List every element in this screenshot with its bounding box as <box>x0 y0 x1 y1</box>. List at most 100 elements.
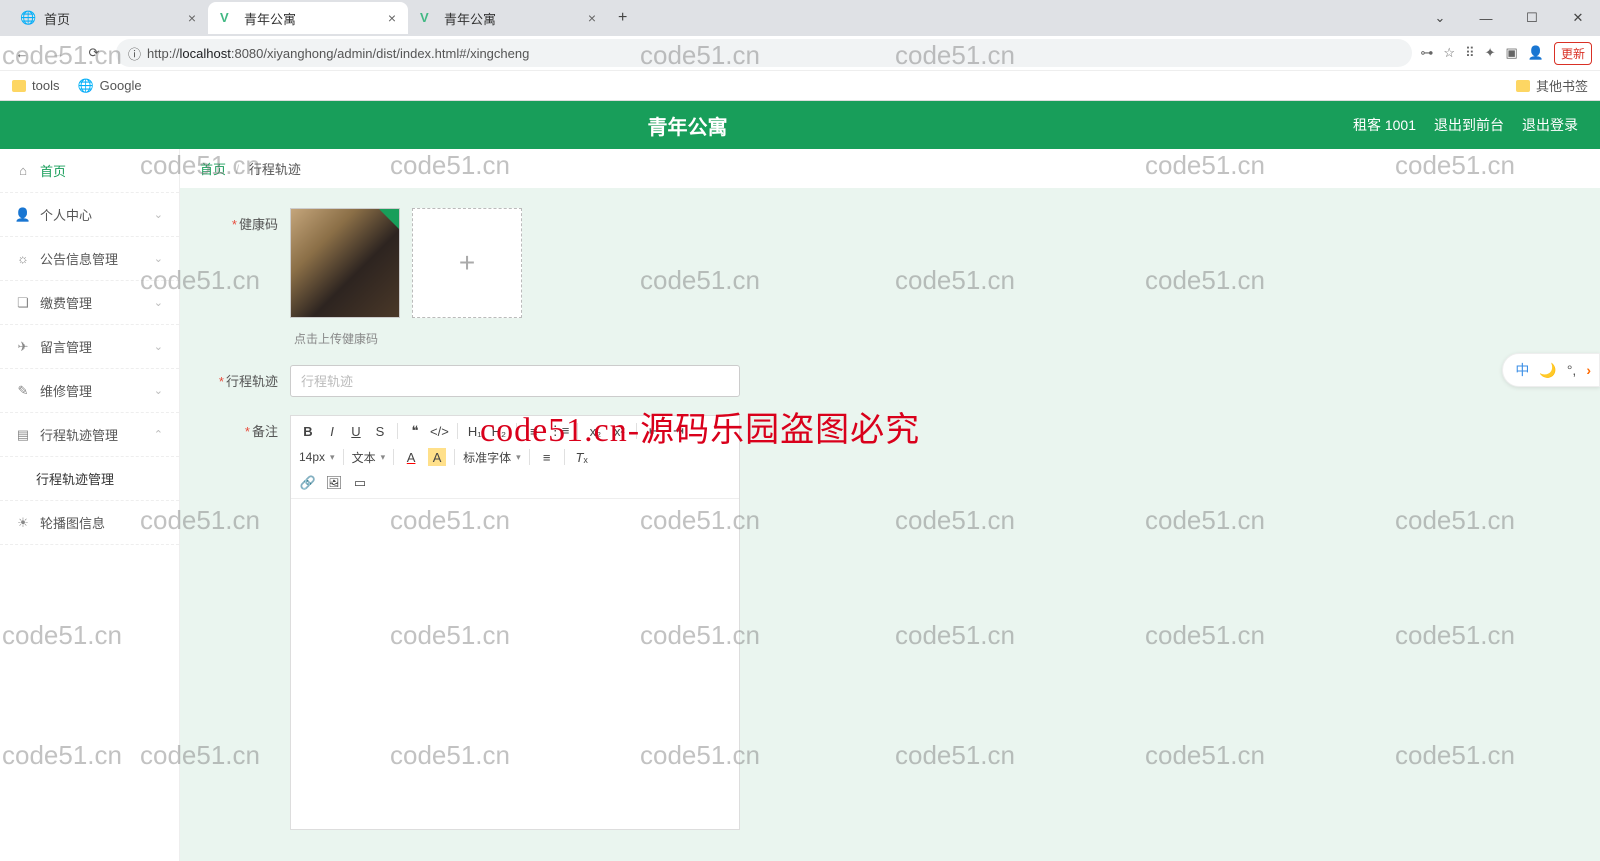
video-icon[interactable]: ▭ <box>351 474 369 492</box>
url-input[interactable]: ⓘ http://localhost:8080/xiyanghong/admin… <box>116 39 1412 67</box>
chevron-down-icon: ⌄ <box>154 252 163 265</box>
sidebar-item-repair[interactable]: ✎ 维修管理 ⌄ <box>0 369 179 413</box>
ime-punct-icon[interactable]: °, <box>1567 362 1577 378</box>
password-icon[interactable]: ⊶ <box>1420 45 1433 61</box>
strike-icon[interactable]: S <box>371 422 389 440</box>
sidebar-item-notice[interactable]: ☼ 公告信息管理 ⌄ <box>0 237 179 281</box>
url-scheme: http:// <box>147 46 180 61</box>
folder-icon <box>12 80 26 92</box>
h1-icon[interactable]: H₁ <box>466 422 484 440</box>
info-icon: ⓘ <box>128 44 141 63</box>
moon-icon[interactable]: 🌙 <box>1539 362 1556 379</box>
sidebar-item-label: 首页 <box>40 161 66 180</box>
bell-icon: ☼ <box>16 252 30 266</box>
close-icon[interactable]: × <box>188 10 196 26</box>
close-icon[interactable]: × <box>388 10 396 26</box>
text-type-select[interactable]: 文本 <box>352 449 386 466</box>
caret-down-icon[interactable]: ⌄ <box>1418 2 1462 34</box>
bookmark-label: Google <box>100 78 142 93</box>
editor-body[interactable] <box>291 499 739 829</box>
browser-tab-strip: 🌐 首页 × V 青年公寓 × V 青年公寓 × + ⌄ — ☐ ✕ <box>0 0 1600 36</box>
chevron-down-icon: ⌄ <box>154 296 163 309</box>
uploaded-image-thumb[interactable] <box>290 208 400 318</box>
globe-icon: 🌐 <box>20 10 36 26</box>
quote-icon[interactable]: ❝ <box>406 422 424 440</box>
window-maximize-button[interactable]: ☐ <box>1510 2 1554 34</box>
sidebar-subitem-trace[interactable]: 行程轨迹管理 <box>0 457 179 501</box>
indent-increase-icon[interactable]: ⇥ <box>669 422 687 440</box>
message-icon: ✈ <box>16 340 30 354</box>
bookmark-tools[interactable]: tools <box>12 78 59 93</box>
new-tab-button[interactable]: + <box>608 9 637 27</box>
window-minimize-button[interactable]: — <box>1464 2 1508 34</box>
tab-title: 青年公寓 <box>444 9 496 28</box>
url-host: localhost <box>180 46 231 61</box>
indent-decrease-icon[interactable]: ⇤ <box>645 422 663 440</box>
tab-title: 首页 <box>44 9 70 28</box>
sidebar-item-label: 行程轨迹管理 <box>36 472 114 487</box>
back-button[interactable]: ← <box>8 39 36 67</box>
trace-input[interactable] <box>290 365 740 397</box>
bookmark-other[interactable]: 其他书签 <box>1516 76 1588 95</box>
chevron-down-icon: ⌄ <box>154 340 163 353</box>
browser-tab-app-active[interactable]: V 青年公寓 × <box>208 2 408 34</box>
chevron-up-icon: ⌃ <box>154 428 163 441</box>
ordered-list-icon[interactable]: ≡ <box>525 422 543 440</box>
bookmark-google[interactable]: 🌐 Google <box>77 78 141 94</box>
ime-float-widget[interactable]: 中 🌙 °, › <box>1502 353 1600 387</box>
star-icon[interactable]: ☆ <box>1443 45 1455 61</box>
translate-icon[interactable]: ⠿ <box>1465 45 1475 61</box>
bold-icon[interactable]: B <box>299 422 317 440</box>
reload-button[interactable]: ⟳ <box>80 39 108 67</box>
image-icon[interactable]: 🖼 <box>325 474 343 492</box>
address-bar: ← → ⟳ ⓘ http://localhost:8080/xiyanghong… <box>0 36 1600 70</box>
bg-color-icon[interactable]: A <box>428 448 446 466</box>
font-size-select[interactable]: 14px <box>299 450 335 464</box>
font-color-icon[interactable]: A <box>402 448 420 466</box>
h2-icon[interactable]: H₂ <box>490 422 508 440</box>
sidebar-item-personal[interactable]: 👤 个人中心 ⌄ <box>0 193 179 237</box>
link-icon[interactable]: 🔗 <box>299 474 317 492</box>
sidebar-item-label: 行程轨迹管理 <box>40 425 118 444</box>
sidebar-item-message[interactable]: ✈ 留言管理 ⌄ <box>0 325 179 369</box>
subscript-icon[interactable]: x₂ <box>586 422 604 440</box>
chevron-right-icon[interactable]: › <box>1586 362 1591 378</box>
sidebar-item-carousel[interactable]: ☀ 轮播图信息 <box>0 501 179 545</box>
chevron-down-icon: ⌄ <box>154 384 163 397</box>
sidebar-item-trace[interactable]: ▤ 行程轨迹管理 ⌃ <box>0 413 179 457</box>
browser-tab-app-2[interactable]: V 青年公寓 × <box>408 2 608 34</box>
superscript-icon[interactable]: x² <box>610 422 628 440</box>
to-front-button[interactable]: 退出到前台 <box>1434 115 1504 135</box>
italic-icon[interactable]: I <box>323 422 341 440</box>
crumb-home[interactable]: 首页 <box>200 162 226 177</box>
sidebar-item-label: 公告信息管理 <box>40 249 118 268</box>
user-icon: 👤 <box>16 208 30 222</box>
sidepanel-icon[interactable]: ▣ <box>1506 45 1518 61</box>
align-icon[interactable]: ≡ <box>538 448 556 466</box>
logout-button[interactable]: 退出登录 <box>1522 115 1578 135</box>
window-close-button[interactable]: ✕ <box>1556 2 1600 34</box>
sidebar-item-home[interactable]: ⌂ 首页 <box>0 149 179 193</box>
label-remark: *备注 <box>200 415 290 440</box>
clear-format-icon[interactable]: Tₓ <box>573 448 591 466</box>
underline-icon[interactable]: U <box>347 422 365 440</box>
crumb-current: 行程轨迹 <box>249 162 301 177</box>
close-icon[interactable]: × <box>588 10 596 26</box>
breadcrumb: 首页 / 行程轨迹 <box>180 149 1600 188</box>
browser-tab-home[interactable]: 🌐 首页 × <box>8 2 208 34</box>
extensions-icon[interactable]: ✦ <box>1485 45 1496 61</box>
update-button[interactable]: 更新 <box>1554 42 1592 65</box>
profile-icon[interactable]: 👤 <box>1528 45 1544 61</box>
bookmarks-bar: tools 🌐 Google 其他书签 <box>0 70 1600 100</box>
code-icon[interactable]: </> <box>430 422 449 440</box>
crumb-separator: / <box>236 162 240 177</box>
unordered-list-icon[interactable]: ⋮≡ <box>549 422 570 440</box>
ime-cn-button[interactable]: 中 <box>1515 360 1529 380</box>
forward-button[interactable]: → <box>44 39 72 67</box>
tenant-label[interactable]: 租客 1001 <box>1353 115 1416 135</box>
upload-add-button[interactable]: + <box>412 208 522 318</box>
font-family-select[interactable]: 标准字体 <box>463 449 521 466</box>
sidebar-item-fee[interactable]: ❏ 缴费管理 ⌄ <box>0 281 179 325</box>
app-title: 青年公寓 <box>22 111 1353 140</box>
route-icon: ▤ <box>16 428 30 442</box>
